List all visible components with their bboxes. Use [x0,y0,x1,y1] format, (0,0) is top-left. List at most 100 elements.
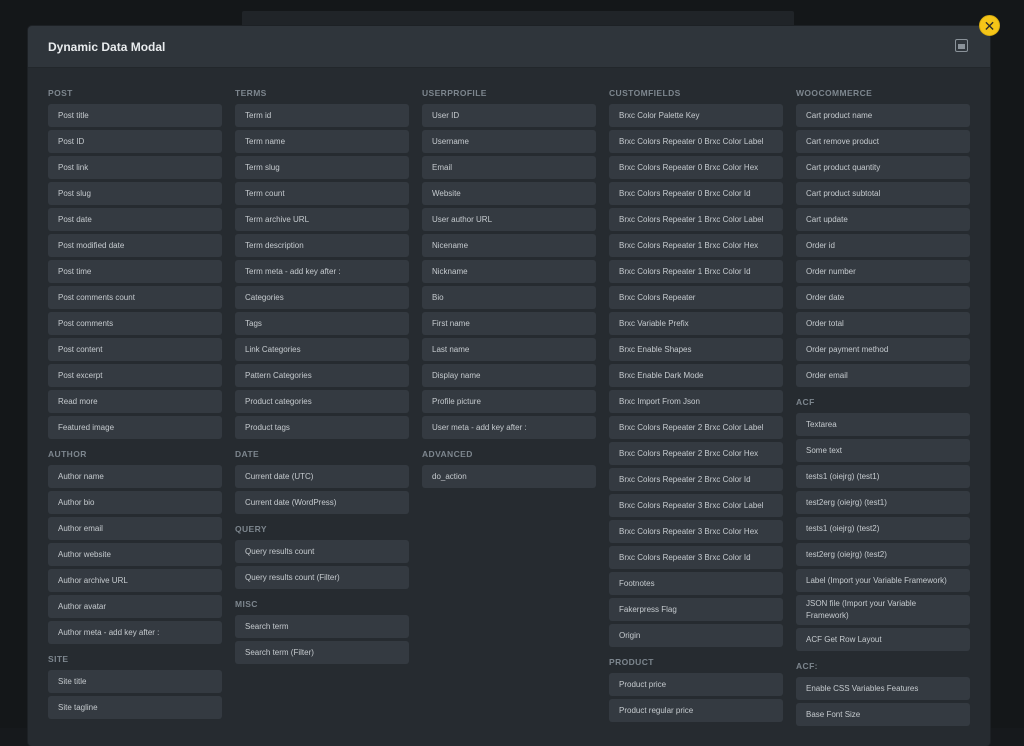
dynamic-data-item[interactable]: Brxc Enable Dark Mode [609,364,783,387]
dynamic-data-item[interactable]: Product price [609,673,783,696]
dynamic-data-item[interactable]: Brxc Import From Json [609,390,783,413]
close-icon[interactable]: ✕ [979,15,1000,36]
dynamic-data-item[interactable]: Site tagline [48,696,222,719]
dynamic-data-item[interactable]: Brxc Colors Repeater 3 Brxc Color Id [609,546,783,569]
dynamic-data-item[interactable]: Order id [796,234,970,257]
dynamic-data-item[interactable]: Footnotes [609,572,783,595]
dynamic-data-item[interactable]: Fakerpress Flag [609,598,783,621]
dynamic-data-item[interactable]: do_action [422,465,596,488]
dynamic-data-item[interactable]: Term slug [235,156,409,179]
dynamic-data-item[interactable]: Brxc Variable Prefix [609,312,783,335]
dynamic-data-item[interactable]: Post content [48,338,222,361]
dynamic-data-item[interactable]: JSON file (Import your Variable Framewor… [796,595,970,625]
dynamic-data-item[interactable]: Product categories [235,390,409,413]
dynamic-data-item[interactable]: Term name [235,130,409,153]
dynamic-data-item[interactable]: Query results count (Filter) [235,566,409,589]
dynamic-data-item[interactable]: Cart product name [796,104,970,127]
dynamic-data-item[interactable]: Post slug [48,182,222,205]
dynamic-data-item[interactable]: Brxc Colors Repeater [609,286,783,309]
dynamic-data-item[interactable]: Brxc Colors Repeater 3 Brxc Color Hex [609,520,783,543]
window-icon[interactable] [955,39,968,52]
dynamic-data-item[interactable]: Product regular price [609,699,783,722]
dynamic-data-item[interactable]: Brxc Color Palette Key [609,104,783,127]
dynamic-data-item[interactable]: Post link [48,156,222,179]
dynamic-data-item[interactable]: Enable CSS Variables Features [796,677,970,700]
dynamic-data-item[interactable]: Term archive URL [235,208,409,231]
dynamic-data-item[interactable]: tests1 (oiejrg) (test2) [796,517,970,540]
dynamic-data-item[interactable]: User meta - add key after : [422,416,596,439]
dynamic-data-item[interactable]: ACF Get Row Layout [796,628,970,651]
dynamic-data-item[interactable]: Post ID [48,130,222,153]
dynamic-data-item[interactable]: Query results count [235,540,409,563]
dynamic-data-item[interactable]: Base Font Size [796,703,970,726]
dynamic-data-item[interactable]: Featured image [48,416,222,439]
dynamic-data-item[interactable]: Term id [235,104,409,127]
dynamic-data-item[interactable]: Site title [48,670,222,693]
dynamic-data-item[interactable]: Label (Import your Variable Framework) [796,569,970,592]
dynamic-data-item[interactable]: Brxc Colors Repeater 2 Brxc Color Id [609,468,783,491]
dynamic-data-item[interactable]: Post comments [48,312,222,335]
dynamic-data-item[interactable]: Brxc Colors Repeater 3 Brxc Color Label [609,494,783,517]
dynamic-data-item[interactable]: Search term (Filter) [235,641,409,664]
dynamic-data-item[interactable]: Pattern Categories [235,364,409,387]
dynamic-data-item[interactable]: Read more [48,390,222,413]
dynamic-data-item[interactable]: Post title [48,104,222,127]
dynamic-data-item[interactable]: Author website [48,543,222,566]
dynamic-data-item[interactable]: Post excerpt [48,364,222,387]
dynamic-data-item[interactable]: Brxc Colors Repeater 2 Brxc Color Label [609,416,783,439]
dynamic-data-item[interactable]: Author archive URL [48,569,222,592]
dynamic-data-item[interactable]: Cart remove product [796,130,970,153]
dynamic-data-item[interactable]: Textarea [796,413,970,436]
dynamic-data-item[interactable]: Author meta - add key after : [48,621,222,644]
dynamic-data-item[interactable]: Post date [48,208,222,231]
dynamic-data-item[interactable]: User ID [422,104,596,127]
dynamic-data-item[interactable]: Brxc Colors Repeater 2 Brxc Color Hex [609,442,783,465]
dynamic-data-item[interactable]: Order total [796,312,970,335]
dynamic-data-item[interactable]: Username [422,130,596,153]
dynamic-data-item[interactable]: Last name [422,338,596,361]
dynamic-data-item[interactable]: Origin [609,624,783,647]
dynamic-data-item[interactable]: Product tags [235,416,409,439]
dynamic-data-item[interactable]: Tags [235,312,409,335]
dynamic-data-item[interactable]: Display name [422,364,596,387]
dynamic-data-item[interactable]: Order payment method [796,338,970,361]
dynamic-data-item[interactable]: Brxc Enable Shapes [609,338,783,361]
dynamic-data-item[interactable]: Order email [796,364,970,387]
dynamic-data-item[interactable]: Author email [48,517,222,540]
dynamic-data-item[interactable]: Post modified date [48,234,222,257]
dynamic-data-item[interactable]: Some text [796,439,970,462]
dynamic-data-item[interactable]: tests1 (oiejrg) (test1) [796,465,970,488]
dynamic-data-item[interactable]: Brxc Colors Repeater 0 Brxc Color Label [609,130,783,153]
dynamic-data-item[interactable]: Order date [796,286,970,309]
dynamic-data-item[interactable]: Search term [235,615,409,638]
dynamic-data-item[interactable]: test2erg (oiejrg) (test2) [796,543,970,566]
dynamic-data-item[interactable]: Website [422,182,596,205]
dynamic-data-item[interactable]: Post comments count [48,286,222,309]
dynamic-data-item[interactable]: Current date (WordPress) [235,491,409,514]
dynamic-data-item[interactable]: Categories [235,286,409,309]
dynamic-data-item[interactable]: Bio [422,286,596,309]
dynamic-data-item[interactable]: Email [422,156,596,179]
dynamic-data-item[interactable]: Cart update [796,208,970,231]
dynamic-data-item[interactable]: Cart product subtotal [796,182,970,205]
dynamic-data-item[interactable]: Brxc Colors Repeater 0 Brxc Color Hex [609,156,783,179]
dynamic-data-item[interactable]: Nickname [422,260,596,283]
dynamic-data-item[interactable]: Post time [48,260,222,283]
dynamic-data-item[interactable]: Link Categories [235,338,409,361]
dynamic-data-item[interactable]: Term description [235,234,409,257]
dynamic-data-item[interactable]: Brxc Colors Repeater 0 Brxc Color Id [609,182,783,205]
dynamic-data-item[interactable]: Author bio [48,491,222,514]
dynamic-data-item[interactable]: Term meta - add key after : [235,260,409,283]
dynamic-data-item[interactable]: First name [422,312,596,335]
dynamic-data-item[interactable]: Author avatar [48,595,222,618]
dynamic-data-item[interactable]: Brxc Colors Repeater 1 Brxc Color Label [609,208,783,231]
dynamic-data-item[interactable]: User author URL [422,208,596,231]
dynamic-data-item[interactable]: Author name [48,465,222,488]
dynamic-data-item[interactable]: Term count [235,182,409,205]
dynamic-data-item[interactable]: Brxc Colors Repeater 1 Brxc Color Id [609,260,783,283]
dynamic-data-item[interactable]: Current date (UTC) [235,465,409,488]
dynamic-data-item[interactable]: test2erg (oiejrg) (test1) [796,491,970,514]
dynamic-data-item[interactable]: Nicename [422,234,596,257]
dynamic-data-item[interactable]: Cart product quantity [796,156,970,179]
dynamic-data-item[interactable]: Order number [796,260,970,283]
